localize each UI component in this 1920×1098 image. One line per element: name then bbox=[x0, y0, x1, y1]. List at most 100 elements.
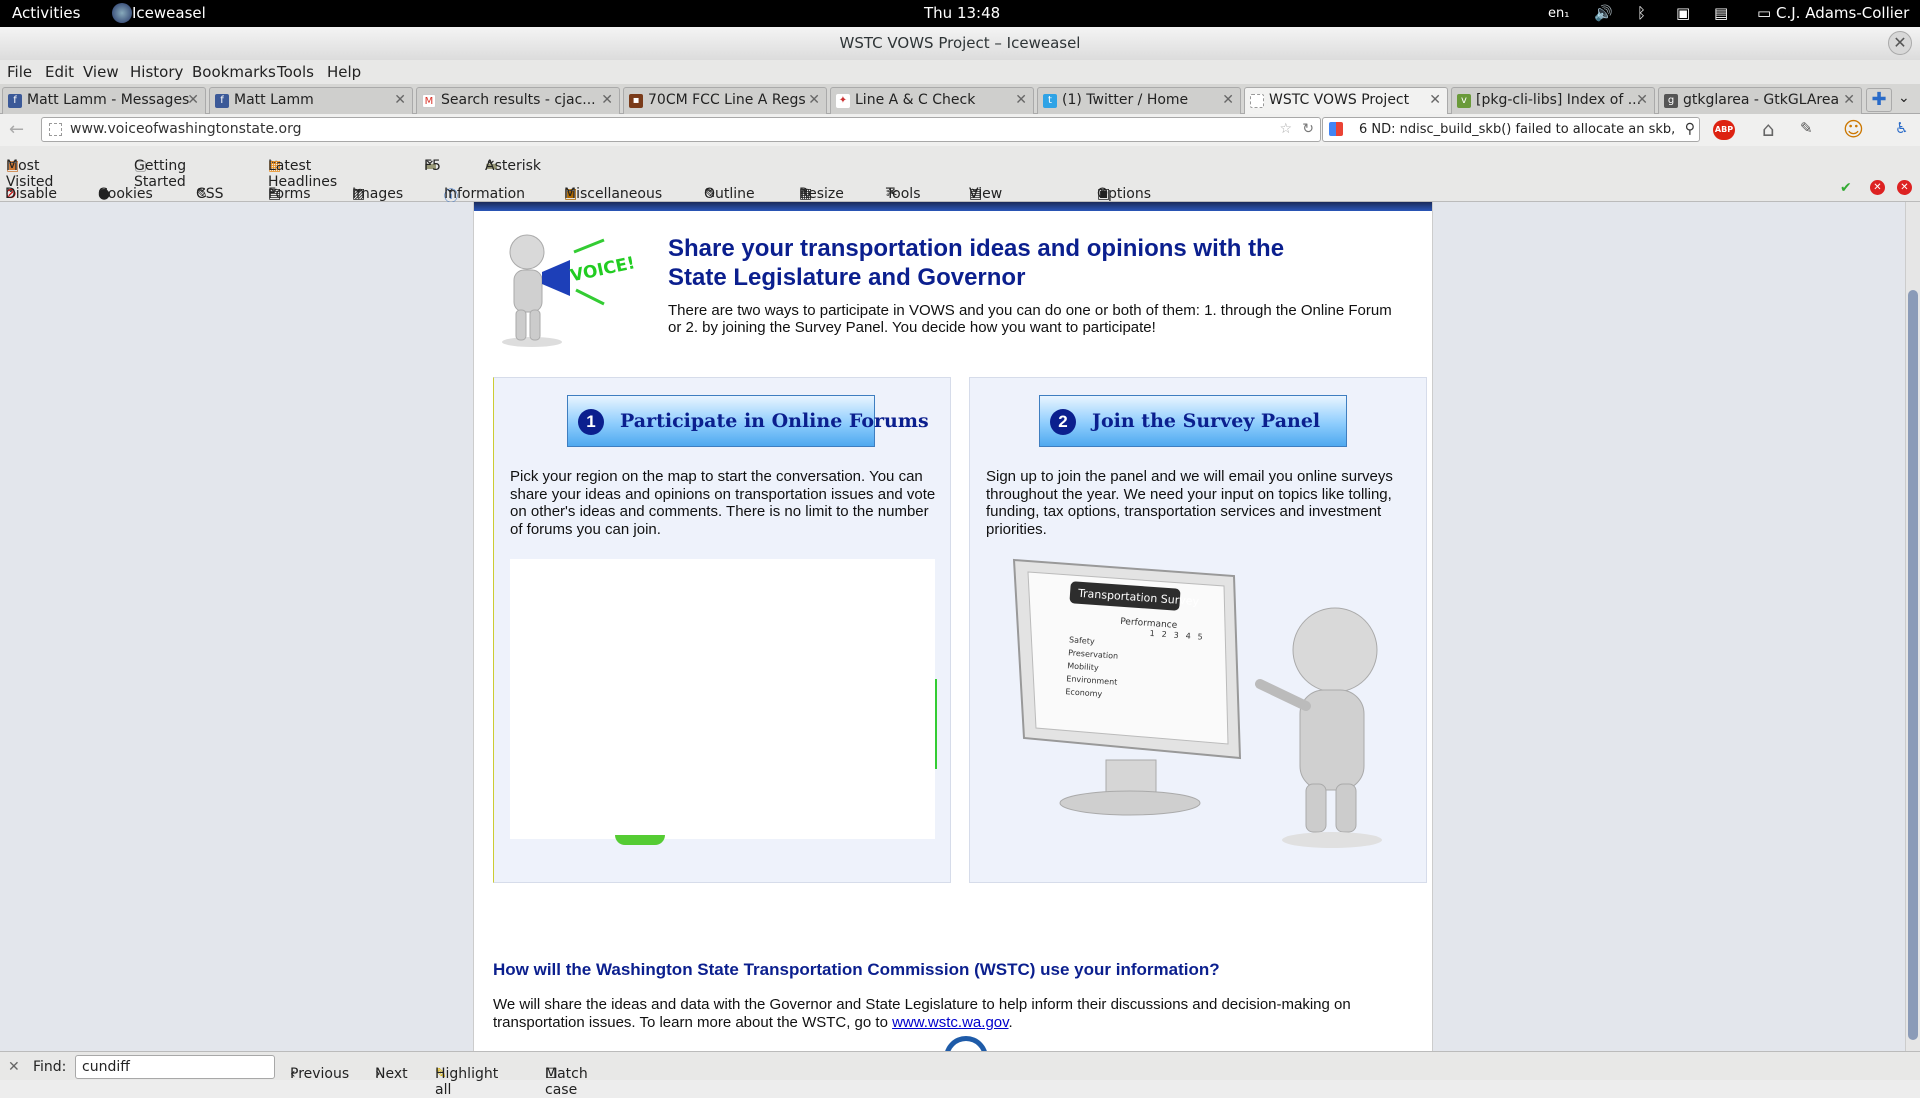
find-input[interactable]: cundiff bbox=[75, 1055, 275, 1079]
menu-bookmarks[interactable]: Bookmarks bbox=[192, 63, 276, 81]
devtool-options[interactable]: ▣ Options ⌄ bbox=[1097, 180, 1151, 202]
clock[interactable]: Thu 13:48 bbox=[924, 4, 1000, 22]
map-edge-fragment bbox=[935, 679, 943, 769]
menu-file[interactable]: File bbox=[7, 63, 32, 81]
tab-bar: f Matt Lamm - Messages ✕ f Matt Lamm ✕ M Sear… bbox=[0, 84, 1920, 115]
devtool-view-source[interactable]: ▤ View Source ⌄ bbox=[969, 180, 1017, 218]
extension-icon[interactable]: ✎ bbox=[1800, 119, 1813, 137]
new-tab-button[interactable]: ✚ bbox=[1866, 88, 1892, 112]
survey-scale-2: 2 bbox=[1161, 630, 1167, 639]
home-icon[interactable]: ⌂ bbox=[1762, 117, 1775, 141]
join-survey-button[interactable]: 2 Join the Survey Panel bbox=[1039, 395, 1347, 447]
devtool-css[interactable]: ✎ CSS ⌄ bbox=[196, 180, 224, 202]
tab-line-check[interactable]: ✦ Line A & C Check ✕ bbox=[830, 87, 1034, 114]
search-icon[interactable]: ⚲ bbox=[1684, 118, 1695, 141]
tab-close-icon[interactable]: ✕ bbox=[601, 88, 613, 113]
url-bar[interactable]: www.voiceofwashingtonstate.org ☆ ↻ bbox=[41, 117, 1321, 142]
menu-tools[interactable]: Tools bbox=[277, 63, 314, 81]
back-icon[interactable]: ← bbox=[9, 119, 24, 140]
tab-close-icon[interactable]: ✕ bbox=[1636, 88, 1648, 113]
site-identity-icon[interactable] bbox=[49, 123, 62, 136]
user-menu[interactable]: C.J. Adams-Collier bbox=[1776, 4, 1909, 22]
tab-close-icon[interactable]: ✕ bbox=[1843, 88, 1855, 113]
window-close-button[interactable]: ✕ bbox=[1888, 31, 1912, 55]
reload-icon[interactable]: ↻ bbox=[1302, 118, 1314, 141]
map-region-fragment[interactable] bbox=[615, 835, 665, 845]
menu-help[interactable]: Help bbox=[327, 63, 361, 81]
bookmarks-toolbar: ▣ Most Visited ⌄ ▢ Getting Started ▦ Lat… bbox=[0, 146, 1920, 190]
page-heading: Share your transportation ideas and opin… bbox=[668, 235, 1285, 291]
devtool-cookies[interactable]: ● Cookies ⌄ bbox=[98, 180, 153, 202]
scrollbar-thumb[interactable] bbox=[1908, 290, 1918, 1040]
tab-label: gtkglarea - GtkGLArea bbox=[1683, 92, 1840, 108]
region-map[interactable] bbox=[510, 559, 937, 845]
battery-icon[interactable]: ▤ bbox=[1714, 4, 1728, 22]
find-close-icon[interactable]: ✕ bbox=[8, 1059, 20, 1075]
tab-fcc-regs[interactable]: ▪ 70CM FCC Line A Regs ✕ bbox=[623, 87, 827, 114]
tab-close-icon[interactable]: ✕ bbox=[394, 88, 406, 113]
menu-edit[interactable]: Edit bbox=[45, 63, 74, 81]
tab-close-icon[interactable]: ✕ bbox=[187, 88, 199, 113]
tab-wstc-vows[interactable]: WSTC VOWS Project ✕ bbox=[1244, 87, 1448, 115]
web-developer-toolbar: ⊘ Disable ⌄ ● Cookies ⌄ ✎ CSS ⌄ ▤ Forms ⌄… bbox=[0, 174, 1920, 218]
volume-icon[interactable]: 🔊 bbox=[1594, 4, 1613, 22]
twitter-icon: t bbox=[1043, 94, 1057, 108]
bookmark-most-visited[interactable]: ▣ Most Visited ⌄ bbox=[6, 152, 53, 190]
google-engine-icon[interactable] bbox=[1329, 122, 1343, 136]
accessibility-icon[interactable]: ♿ bbox=[1895, 119, 1908, 137]
tab-gmail-search[interactable]: M Search results - cjac... ✕ bbox=[416, 87, 620, 114]
tab-label: [pkg-cli-libs] Index of ... bbox=[1476, 92, 1642, 108]
bluetooth-icon[interactable]: ᛒ bbox=[1637, 4, 1646, 22]
tab-gtkglarea[interactable]: g gtkglarea - GtkGLArea ✕ bbox=[1658, 87, 1862, 114]
bookmark-star-icon[interactable]: ☆ bbox=[1279, 118, 1292, 141]
vertical-scrollbar[interactable] bbox=[1905, 202, 1920, 1051]
devtool-forms[interactable]: ▤ Forms ⌄ bbox=[268, 180, 311, 202]
keyboard-layout[interactable]: en₁ bbox=[1548, 6, 1569, 21]
participate-forums-button[interactable]: 1 Participate in Online Forums bbox=[567, 395, 929, 447]
bookmark-f5[interactable]: ▬ F5 ⌄ bbox=[424, 152, 441, 174]
devtool-resize[interactable]: ▦ Resize ⌄ bbox=[799, 180, 844, 202]
network-icon[interactable]: ▣ bbox=[1676, 4, 1690, 22]
step-number: 2 bbox=[1050, 409, 1076, 435]
wstc-heading: How will the Washington State Transporta… bbox=[493, 960, 1220, 979]
tab-matt-lamm[interactable]: f Matt Lamm ✕ bbox=[209, 87, 413, 114]
devtool-images[interactable]: ▨ Images ⌄ bbox=[352, 180, 403, 202]
tab-pkg-cli-libs[interactable]: v [pkg-cli-libs] Index of ... ✕ bbox=[1451, 87, 1655, 114]
adblock-plus-icon[interactable]: ABP bbox=[1713, 120, 1735, 140]
page-viewport: VOICE! Share your transportation ideas a… bbox=[0, 202, 1905, 1051]
devtool-information[interactable]: ⓘ Information ⌄ bbox=[444, 180, 525, 205]
greasemonkey-icon[interactable]: ☺ bbox=[1843, 117, 1864, 141]
page-icon: g bbox=[1664, 94, 1678, 108]
devtool-tools[interactable]: ✂ Tools ⌄ bbox=[886, 180, 921, 202]
js-error-icon[interactable]: ✕ bbox=[1897, 180, 1912, 195]
step-number: 1 bbox=[578, 409, 604, 435]
highlight-all-label: Highlight all bbox=[435, 1066, 499, 1098]
tab-twitter[interactable]: t (1) Twitter / Home ✕ bbox=[1037, 87, 1241, 114]
activities-button[interactable]: Activities bbox=[12, 4, 80, 22]
devtool-disable[interactable]: ⊘ Disable ⌄ bbox=[5, 180, 57, 202]
bookmark-latest-headlines[interactable]: ▦ Latest Headlines ⌄ bbox=[268, 152, 337, 190]
validation-ok-icon[interactable]: ✔ bbox=[1840, 180, 1852, 196]
wstc-link[interactable]: www.wstc.wa.gov bbox=[892, 1014, 1008, 1031]
tab-list-icon[interactable]: ⌄ bbox=[1898, 90, 1910, 106]
bookmark-asterisk[interactable]: ▬ Asterisk ⌄ bbox=[485, 152, 541, 174]
tab-close-icon[interactable]: ✕ bbox=[808, 88, 820, 113]
menu-history[interactable]: History bbox=[130, 63, 183, 81]
tab-messages[interactable]: f Matt Lamm - Messages ✕ bbox=[2, 87, 206, 114]
window-titlebar: WSTC VOWS Project – Iceweasel ✕ bbox=[0, 27, 1920, 60]
css-error-icon[interactable]: ✕ bbox=[1870, 180, 1885, 195]
menu-bar: File Edit View History Bookmarks Tools H… bbox=[0, 60, 1920, 84]
survey-row-safety: Safety bbox=[1069, 635, 1095, 646]
megaphone-figure-image: VOICE! bbox=[502, 234, 637, 347]
search-box[interactable]: 6 ND: ndisc_build_skb() failed to alloca… bbox=[1322, 117, 1700, 142]
devtool-miscellaneous[interactable]: ▣ Miscellaneous ⌄ bbox=[564, 180, 662, 202]
devtool-outline[interactable]: ✎ Outline ⌄ bbox=[704, 180, 755, 202]
app-menu[interactable]: Iceweasel bbox=[132, 4, 206, 22]
wstc-end: . bbox=[1008, 1013, 1013, 1031]
tab-label: WSTC VOWS Project bbox=[1269, 92, 1410, 108]
tab-close-icon[interactable]: ✕ bbox=[1222, 88, 1234, 113]
page-container: VOICE! Share your transportation ideas a… bbox=[473, 202, 1433, 1051]
menu-view[interactable]: View bbox=[83, 63, 119, 81]
tab-close-icon[interactable]: ✕ bbox=[1015, 88, 1027, 113]
tab-close-icon[interactable]: ✕ bbox=[1429, 88, 1441, 113]
